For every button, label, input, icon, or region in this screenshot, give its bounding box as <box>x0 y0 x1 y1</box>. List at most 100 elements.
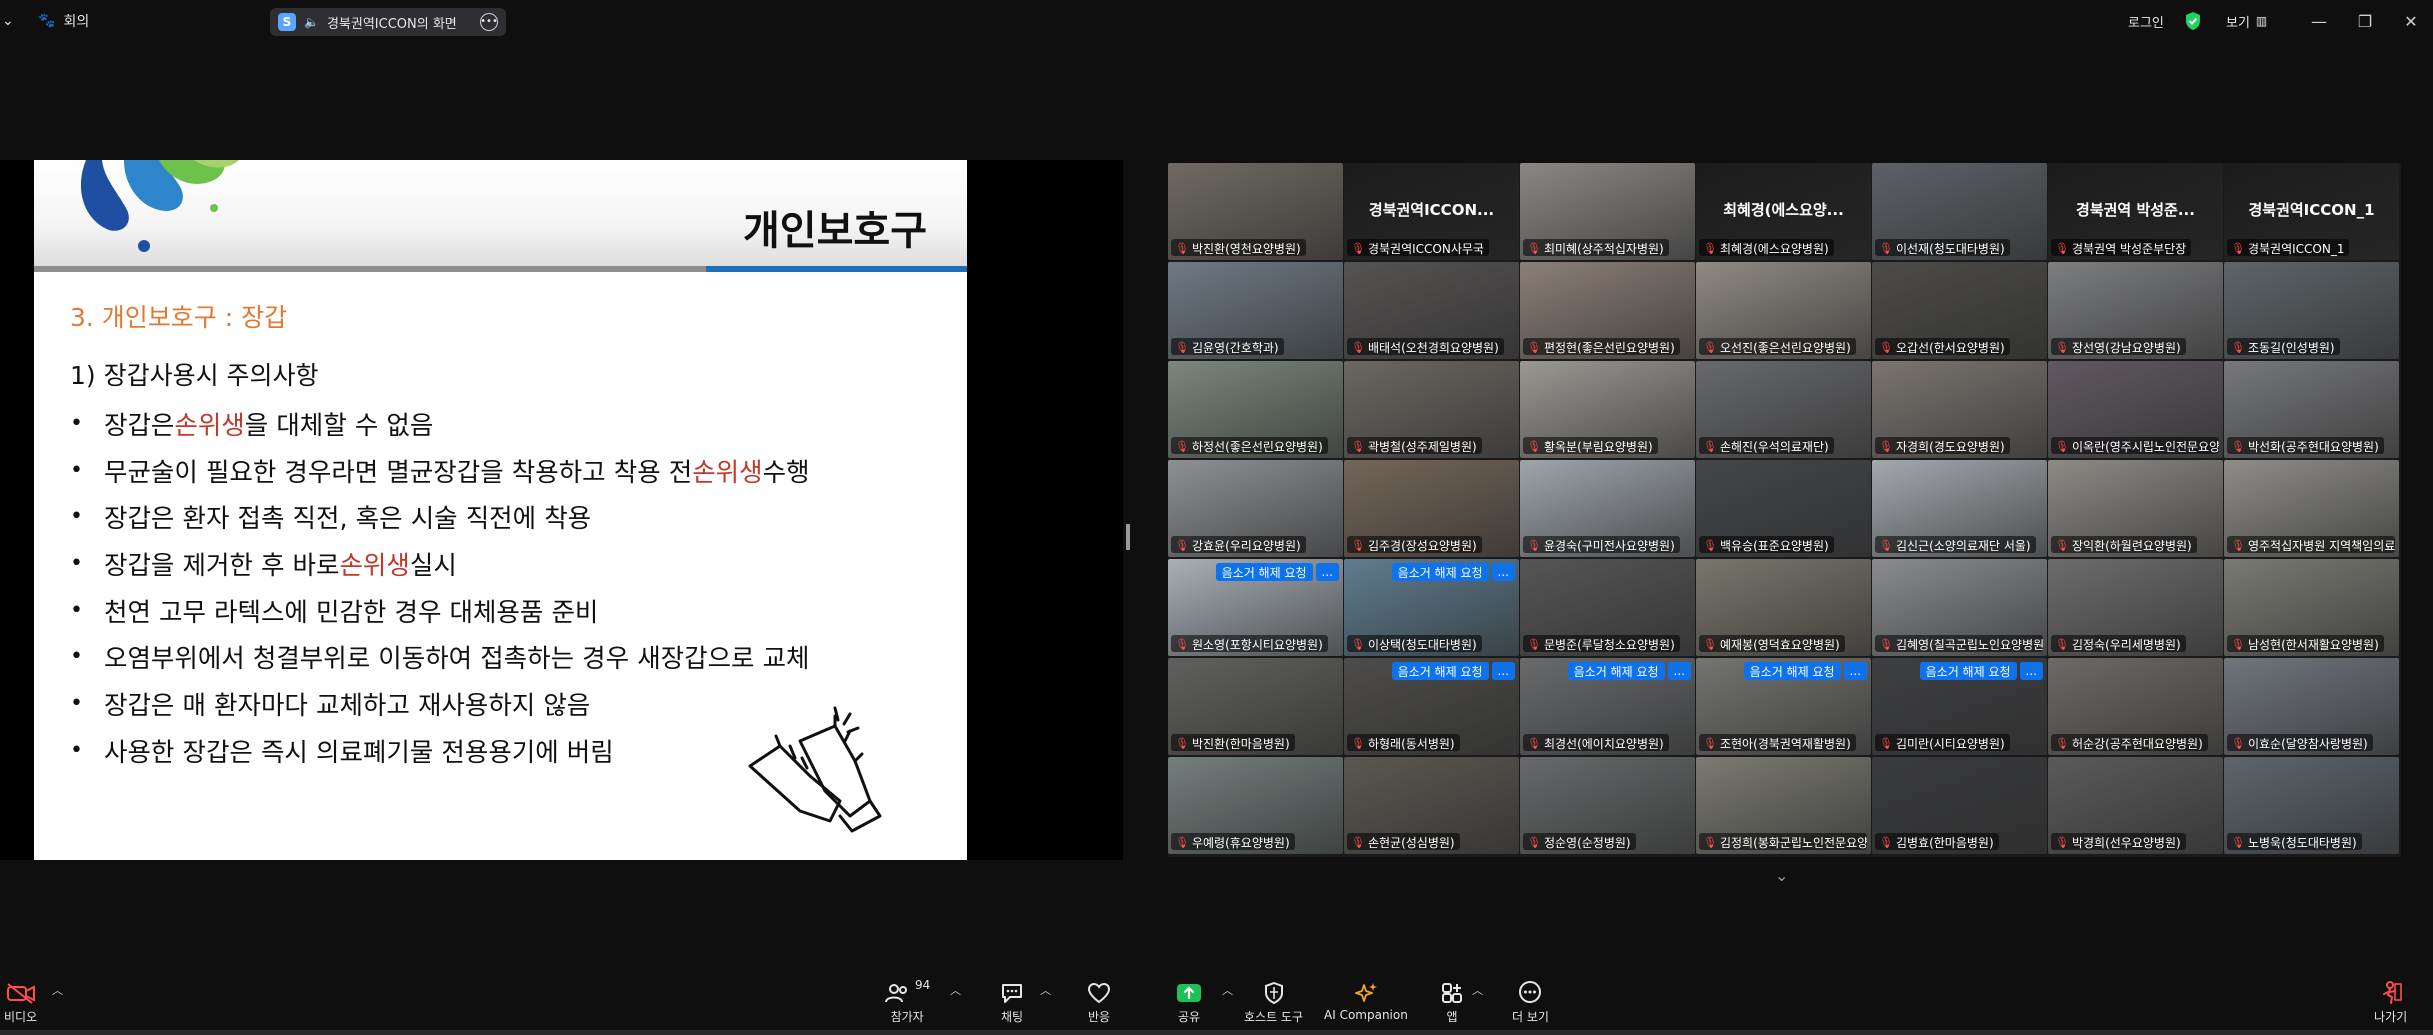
participant-tile[interactable]: 🎙 허순강(공주현대요양병원) <box>2048 658 2223 755</box>
participant-tile[interactable]: 🎙이옥란(영주시립노인전문요양병원) <box>2048 361 2223 458</box>
participant-tile[interactable]: 🎙 김혜영(칠곡군립노인요양병원) <box>1872 559 2047 656</box>
participant-tile[interactable]: 🎙 박진환(영천요양병원) <box>1168 163 1343 260</box>
minimize-button[interactable]: — <box>2296 0 2342 42</box>
unmute-request-button[interactable]: 음소거 해제 요청 <box>1567 662 1665 680</box>
participant-tile[interactable]: 🎙 김정숙(우리세명병원) <box>2048 559 2223 656</box>
tile-more-button[interactable]: ... <box>1667 662 1691 680</box>
more-label: 더 보기 <box>1512 1010 1549 1024</box>
participant-tile[interactable]: 음소거 해제 요청... 🎙 최경선(에이치요양병원) <box>1520 658 1695 755</box>
participant-tile[interactable]: 음소거 해제 요청... 🎙 원소영(포항시티요양병원) <box>1168 559 1343 656</box>
participant-tile[interactable]: 🎙 이효순(달양참사랑병원) <box>2224 658 2399 755</box>
participant-tile[interactable]: 🎙 우예령(휴요양병원) <box>1168 757 1343 854</box>
unmute-request-button[interactable]: 음소거 해제 요청 <box>1743 662 1841 680</box>
participant-tile[interactable]: 음소거 해제 요청... 🎙 이상택(청도대타병원) <box>1344 559 1519 656</box>
participant-name: 하형래(동서병원) <box>1367 736 1455 751</box>
tile-more-button[interactable]: ... <box>2019 662 2043 680</box>
participant-tile[interactable]: 🎙 남성현(한서재활요양병원) <box>2224 559 2399 656</box>
login-link[interactable]: 로그인 <box>2128 0 2164 42</box>
participant-tile[interactable]: 경북권역ICCON_1 🎙 경북권역ICCON_1 <box>2224 163 2399 260</box>
participant-tile[interactable]: 🎙 김신근(소양의료재단 서울) <box>1872 460 2047 557</box>
participant-tile[interactable]: 🎙 손현균(성심병원) <box>1344 757 1519 854</box>
participant-tile[interactable]: 음소거 해제 요청... 🎙 하형래(동서병원) <box>1344 658 1519 755</box>
participant-tile[interactable]: 🎙 장선영(강남요양병원) <box>2048 262 2223 359</box>
participant-tile[interactable]: 🎙 하정선(좋은선린요양병원) <box>1168 361 1343 458</box>
share-button[interactable]: 공유 <box>1176 978 1202 1025</box>
apps-options-caret[interactable]: ︿ <box>1472 982 1483 998</box>
tile-more-button[interactable]: ... <box>1315 563 1339 581</box>
share-options-caret[interactable]: ︿ <box>1222 982 1233 998</box>
bullet-dot: • <box>70 597 83 623</box>
participant-tile[interactable]: 🎙 박진환(한마음병원) <box>1168 658 1343 755</box>
participant-tile[interactable]: 🎙 예재봉(영덕효요양병원) <box>1696 559 1871 656</box>
security-shield-icon[interactable] <box>2184 0 2202 42</box>
participant-tile[interactable]: 🎙 편정현(좋은선린요양병원) <box>1520 262 1695 359</box>
unmute-request-button[interactable]: 음소거 해제 요청 <box>1391 563 1489 581</box>
more-button[interactable]: 더 보기 <box>1512 978 1549 1025</box>
participant-tile[interactable]: 🎙 문병준(루달청소요양병원) <box>1520 559 1695 656</box>
participant-name: 곽병철(성주제일병원) <box>1367 439 1477 454</box>
mic-muted-icon: 🎙 <box>2055 241 2069 255</box>
host-tools-button[interactable]: 호스트 도구 <box>1244 978 1303 1025</box>
chat-options-caret[interactable]: ︿ <box>1040 982 1051 998</box>
participant-tile[interactable]: 🎙김정희(봉화군립노인전문요양병원) <box>1696 757 1871 854</box>
participant-tile[interactable]: 🎙 김윤영(간호학과) <box>1168 262 1343 359</box>
mic-muted-icon: 🎙 <box>1351 241 1365 255</box>
participant-name: 김정숙(우리세명병원) <box>2071 637 2181 652</box>
participant-tile[interactable]: 🎙 박경희(선우요양병원) <box>2048 757 2223 854</box>
participant-name: 이옥란(영주시립노인전문요양병원) <box>2071 439 2219 454</box>
participant-tile[interactable]: 🎙 박선화(공주현대요양병원) <box>2224 361 2399 458</box>
tile-more-button[interactable]: ... <box>1843 662 1867 680</box>
participant-tile[interactable]: 🎙 손해진(우석의료재단) <box>1696 361 1871 458</box>
split-view-handle[interactable] <box>1126 524 1130 550</box>
participant-tile[interactable]: 🎙 자경희(경도요양병원) <box>1872 361 2047 458</box>
chevron-down-icon[interactable]: ⌄ <box>2 0 14 42</box>
participant-tile[interactable]: 🎙 배태석(오천경희요양병원) <box>1344 262 1519 359</box>
participant-tile[interactable]: 🎙 강효윤(우리요양병원) <box>1168 460 1343 557</box>
participant-tile[interactable]: 🎙 황옥분(부림요양병원) <box>1520 361 1695 458</box>
meeting-menu[interactable]: 🐾 회의 <box>38 0 89 42</box>
participant-tile[interactable]: 🎙 오갑선(한서요양병원) <box>1872 262 2047 359</box>
participant-tile[interactable]: 🎙 곽병철(성주제일병원) <box>1344 361 1519 458</box>
close-button[interactable]: ✕ <box>2388 0 2433 42</box>
participant-tile[interactable]: 🎙 노병욱(청도대타병원) <box>2224 757 2399 854</box>
participant-tile[interactable]: 🎙 최미혜(상주적십자병원) <box>1520 163 1695 260</box>
restore-button[interactable]: ❐ <box>2342 0 2388 42</box>
participant-name-tag: 🎙 곽병철(성주제일병원) <box>1347 437 1482 454</box>
participant-tile[interactable]: 🎙 윤경숙(구미전사요양병원) <box>1520 460 1695 557</box>
unmute-request-button[interactable]: 음소거 해제 요청 <box>1215 563 1313 581</box>
participant-tile[interactable]: 🎙 이선재(청도대타병원) <box>1872 163 2047 260</box>
more-options-icon[interactable]: ••• <box>480 13 498 31</box>
reactions-button[interactable]: 반응 <box>1087 978 1111 1025</box>
participant-tile[interactable]: 🎙 장익환(하월련요양병원) <box>2048 460 2223 557</box>
unmute-request-button[interactable]: 음소거 해제 요청 <box>1391 662 1489 680</box>
participant-tile[interactable]: 경북권역ICCON... 🎙 경북권역ICCON사무국 <box>1344 163 1519 260</box>
participant-name: 김주경(장성요양병원) <box>1367 538 1477 553</box>
participants-button[interactable]: 94 참가자 <box>884 978 930 1025</box>
mic-muted-icon: 🎙 <box>1703 736 1717 750</box>
top-bar: ⌄ 🐾 회의 S 🔈 경북권역ICCON의 화면 ••• 로그인 보기 ▥ — … <box>0 0 2433 42</box>
participant-tile[interactable]: 🎙 조동길(인성병원) <box>2224 262 2399 359</box>
apps-button[interactable]: 앱 <box>1440 978 1464 1025</box>
participant-tile[interactable]: 🎙 오선진(좋은선린요양병원) <box>1696 262 1871 359</box>
participant-tile[interactable]: 경북권역 박성준... 🎙 경북권역 박성준부단장 <box>2048 163 2223 260</box>
leave-button[interactable]: 나가기 <box>2374 978 2407 1025</box>
gallery-scroll-down-icon[interactable]: ⌄ <box>1775 866 1788 885</box>
participants-options-caret[interactable]: ︿ <box>950 982 961 998</box>
participant-tile[interactable]: 🎙 백유승(표준요양병원) <box>1696 460 1871 557</box>
unmute-request-button[interactable]: 음소거 해제 요청 <box>1919 662 2017 680</box>
participant-tile[interactable]: 최혜경(에스요양... 🎙 최혜경(에스요양병원) <box>1696 163 1871 260</box>
participant-tile[interactable]: 음소거 해제 요청... 🎙 조현아(경북권역재활병원) <box>1696 658 1871 755</box>
tile-more-button[interactable]: ... <box>1491 662 1515 680</box>
participant-tile[interactable]: 🎙 김병효(한마음병원) <box>1872 757 2047 854</box>
view-menu[interactable]: 보기 ▥ <box>2226 0 2267 42</box>
ai-companion-button[interactable]: AI Companion <box>1324 978 1408 1022</box>
screen-share-indicator[interactable]: S 🔈 경북권역ICCON의 화면 ••• <box>270 8 506 36</box>
video-options-caret[interactable]: ︿ <box>52 982 63 998</box>
video-button[interactable]: 비디오 <box>4 978 37 1025</box>
tile-more-button[interactable]: ... <box>1491 563 1515 581</box>
participant-tile[interactable]: 🎙 김주경(장성요양병원) <box>1344 460 1519 557</box>
participant-tile[interactable]: 🎙 영주적십자병원 지역책임의료 <box>2224 460 2399 557</box>
chat-button[interactable]: 채팅 <box>1000 978 1024 1025</box>
participant-tile[interactable]: 음소거 해제 요청... 🎙 김미란(시티요양병원) <box>1872 658 2047 755</box>
participant-tile[interactable]: 🎙 정순영(순정병원) <box>1520 757 1695 854</box>
